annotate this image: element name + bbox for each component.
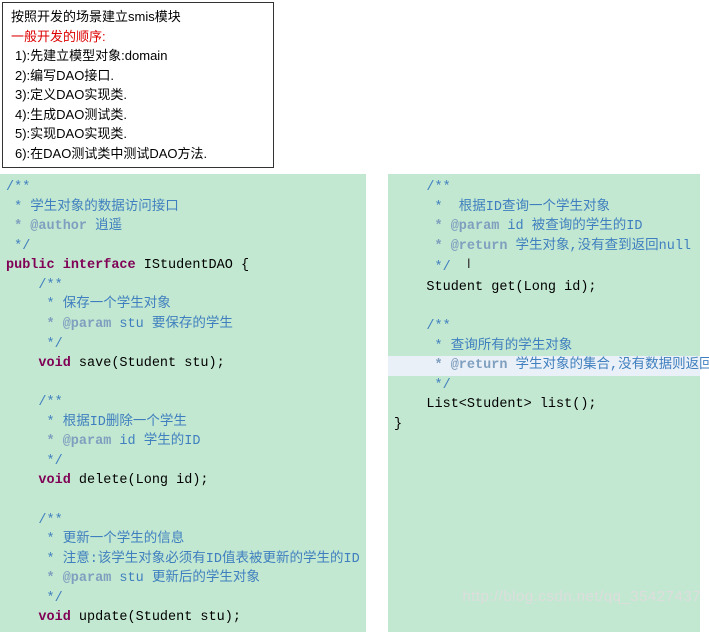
javadoc-line: * 注意:该学生对象必须有ID值表被更新的学生的ID — [0, 550, 366, 570]
code-container: /** * 学生对象的数据访问接口 * @author 逍遥 */ public… — [0, 174, 709, 632]
javadoc-open: /** — [0, 393, 366, 413]
method-update: void update(Student stu); — [0, 608, 366, 628]
step-2: 2):编写DAO接口. — [15, 66, 265, 86]
step-5: 5):实现DAO实现类. — [15, 124, 265, 144]
javadoc-line: * 保存一个学生对象 — [0, 295, 366, 315]
step-3: 3):定义DAO实现类. — [15, 85, 265, 105]
step-6: 6):在DAO测试类中测试DAO方法. — [15, 144, 265, 164]
intro-line1: 按照开发的场景建立smis模块 — [11, 7, 265, 27]
javadoc-close-cursor: */ — [388, 256, 700, 278]
method-delete: void delete(Long id); — [0, 471, 366, 491]
step-4: 4):生成DAO测试类. — [15, 105, 265, 125]
class-close: } — [388, 415, 700, 435]
javadoc-param: * @param id 被查询的学生的ID — [388, 217, 700, 237]
javadoc-return: * @return 学生对象,没有查到返回null — [388, 237, 700, 257]
smis-label: smis — [128, 9, 155, 24]
text-cursor-icon — [467, 256, 477, 270]
javadoc-close: */ — [0, 335, 366, 355]
javadoc-open: /** — [388, 317, 700, 337]
blank-line — [0, 491, 366, 511]
code-panel-left: /** * 学生对象的数据访问接口 * @author 逍遥 */ public… — [0, 174, 366, 632]
method-save: void save(Student stu); — [0, 354, 366, 374]
javadoc-param: * @param stu 更新后的学生对象 — [0, 569, 366, 589]
javadoc-param: * @param id 学生的ID — [0, 432, 366, 452]
javadoc-close: */ — [0, 237, 366, 257]
javadoc-close: */ — [388, 376, 700, 396]
javadoc-param: * @param stu 要保存的学生 — [0, 315, 366, 335]
method-list: List<Student> list(); — [388, 395, 700, 415]
javadoc-open: /** — [388, 178, 700, 198]
intro-text-a: 按照开发的场景建立 — [11, 9, 128, 24]
javadoc-open: /** — [0, 276, 366, 296]
intro-text-b: 模块 — [155, 9, 181, 24]
javadoc-open: /** — [0, 511, 366, 531]
intro-line2: 一般开发的顺序: — [11, 27, 265, 47]
javadoc-close: */ — [0, 452, 366, 472]
javadoc-return-highlighted: * @return 学生对象的集合,没有数据则返回空集合 — [388, 356, 700, 376]
javadoc-line: * 根据ID查询一个学生对象 — [388, 198, 700, 218]
method-get: Student get(Long id); — [388, 278, 700, 298]
javadoc-author: * @author 逍遥 — [0, 217, 366, 237]
code-panel-right: /** * 根据ID查询一个学生对象 * @param id 被查询的学生的ID… — [388, 174, 700, 632]
blank-line — [0, 374, 366, 394]
javadoc-close: */ — [0, 589, 366, 609]
javadoc-line: * 学生对象的数据访问接口 — [0, 198, 366, 218]
interface-declaration: public interface IStudentDAO { — [0, 256, 366, 276]
javadoc-open: /** — [0, 178, 366, 198]
step-1: 1):先建立模型对象:domain — [15, 46, 265, 66]
javadoc-line: * 根据ID删除一个学生 — [0, 413, 366, 433]
watermark-text: http://blog.csdn.net/qq_35427437 — [462, 588, 701, 605]
intro-box: 按照开发的场景建立smis模块 一般开发的顺序: 1):先建立模型对象:doma… — [2, 2, 274, 168]
blank-line — [388, 297, 700, 317]
javadoc-line: * 查询所有的学生对象 — [388, 337, 700, 357]
step-list: 1):先建立模型对象:domain 2):编写DAO接口. 3):定义DAO实现… — [11, 46, 265, 163]
javadoc-line: * 更新一个学生的信息 — [0, 530, 366, 550]
